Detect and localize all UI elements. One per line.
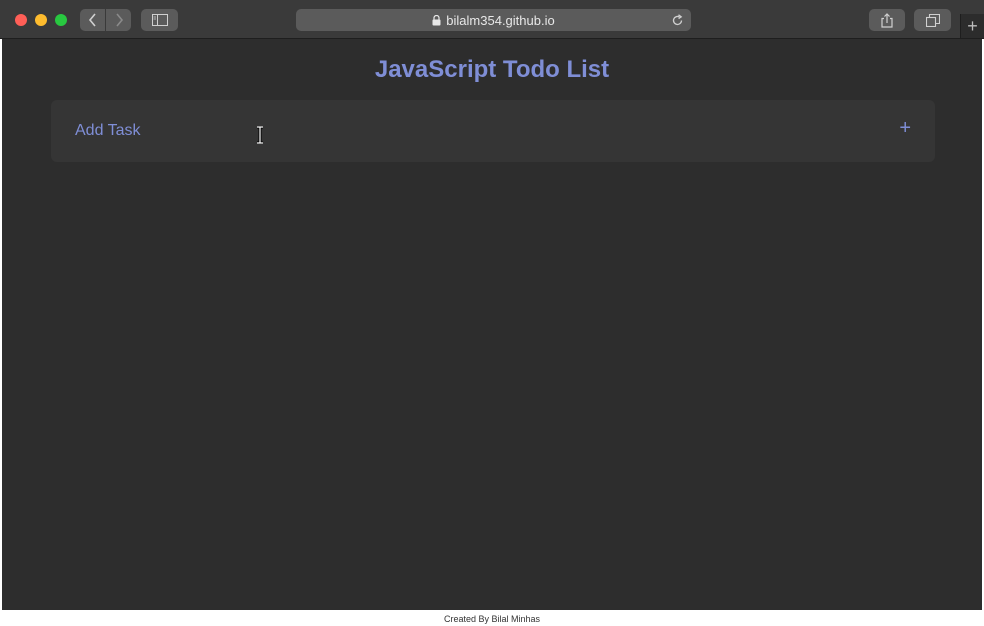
back-icon: [88, 13, 96, 27]
page-content: JavaScript Todo List Add Task +: [2, 39, 982, 610]
page-title: JavaScript Todo List: [374, 56, 610, 83]
plus-icon: +: [967, 15, 978, 36]
minimize-window-button[interactable]: [35, 14, 47, 26]
address-bar[interactable]: bilalm354.github.io: [296, 9, 691, 31]
forward-button[interactable]: [106, 9, 131, 31]
lock-icon: [432, 14, 441, 26]
show-tabs-button[interactable]: [914, 9, 951, 31]
address-text: bilalm354.github.io: [446, 12, 555, 28]
forward-icon: [115, 13, 123, 27]
tabs-icon: [925, 13, 940, 27]
new-tab-button[interactable]: +: [960, 14, 984, 38]
sidebar-toggle-button[interactable]: [141, 9, 178, 31]
reload-icon[interactable]: [669, 12, 685, 28]
add-task-card[interactable]: Add Task +: [51, 100, 935, 162]
back-button[interactable]: [80, 9, 105, 31]
sidebar-icon: [151, 14, 168, 26]
browser-toolbar: bilalm354.github.io +: [0, 0, 984, 39]
add-task-plus-button[interactable]: +: [899, 118, 911, 138]
footer-credit: Created By Bilal Minhas: [0, 610, 984, 626]
maximize-window-button[interactable]: [55, 14, 67, 26]
share-button[interactable]: [869, 9, 905, 31]
text-cursor-icon: [257, 126, 263, 144]
add-task-label[interactable]: Add Task: [75, 122, 141, 140]
close-window-button[interactable]: [15, 14, 27, 26]
browser-window: bilalm354.github.io + JavaScript Todo Li…: [0, 0, 984, 626]
share-icon: [881, 12, 893, 28]
